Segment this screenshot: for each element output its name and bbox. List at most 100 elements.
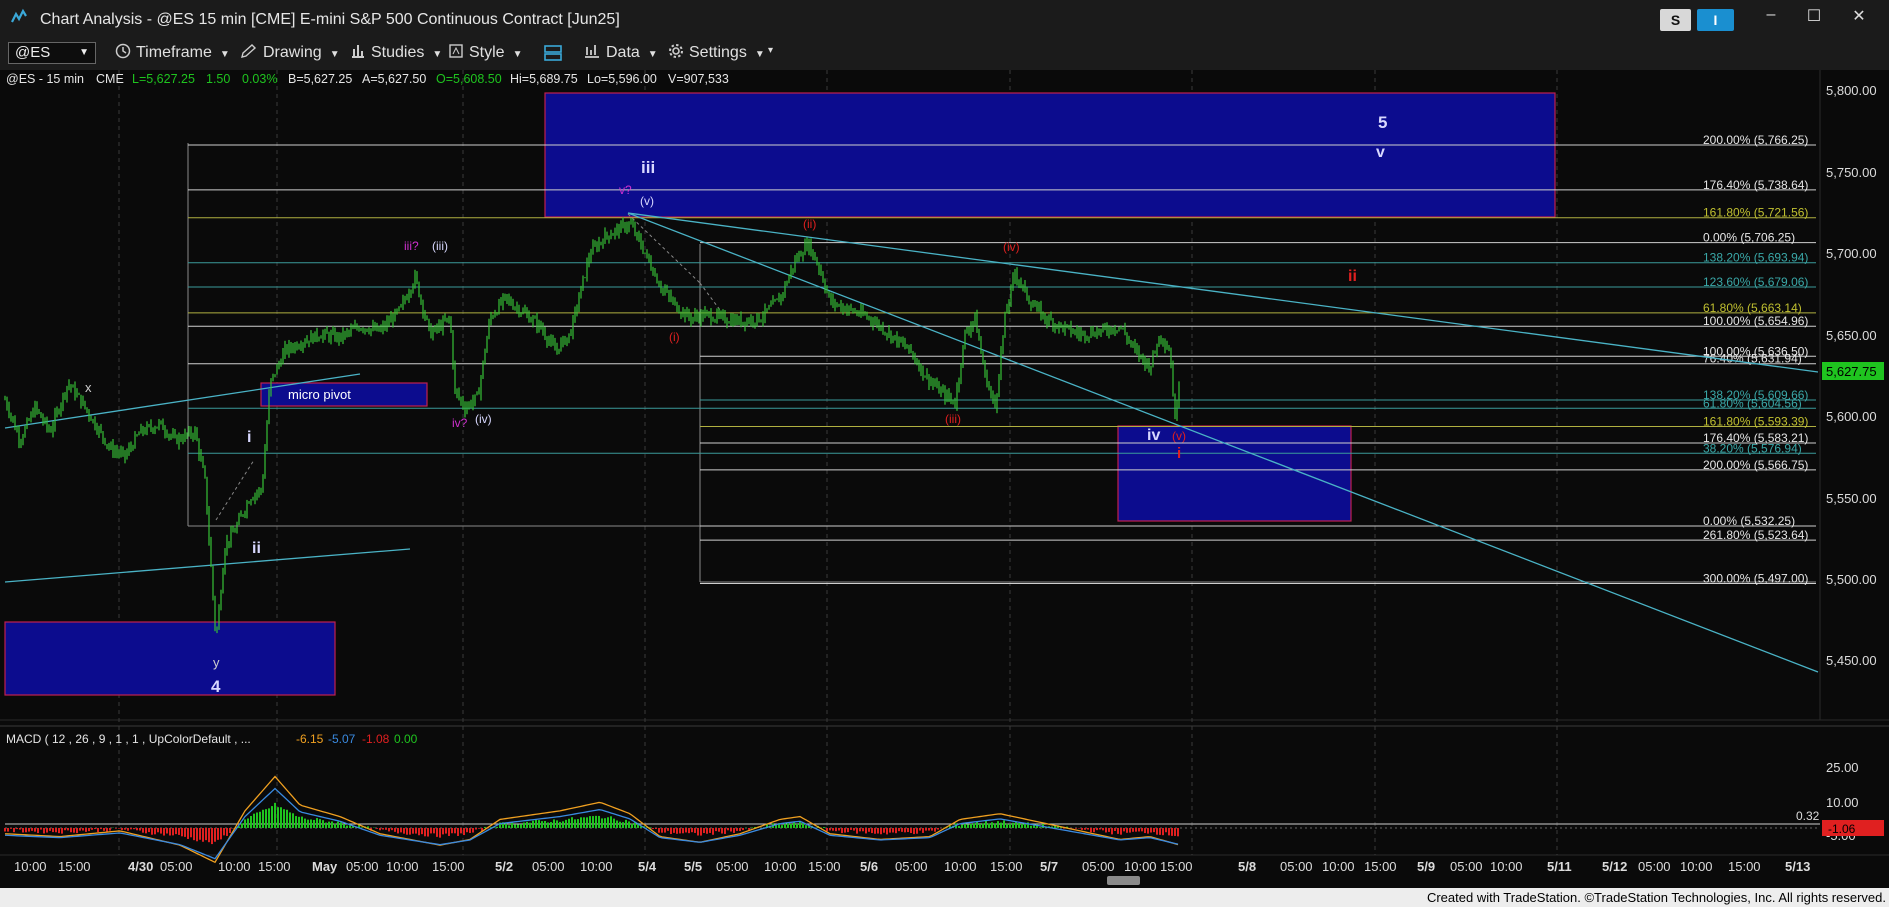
time-tick: 15:00 [58, 859, 91, 874]
time-tick: 5/4 [638, 859, 657, 874]
data-menu[interactable]: Data ▼ [583, 43, 658, 62]
macd-value-3: -1.08 [362, 732, 390, 746]
toolbar-overflow[interactable]: ▾ [768, 45, 773, 56]
data-icon [585, 45, 599, 58]
minimize-button[interactable]: – [1756, 6, 1786, 24]
toolbar: @ES ▼ Timeframe ▼ Drawing ▼ Studies ▼ Style… [0, 38, 1889, 71]
fib-level-label: 61.80% (5,663.14) [1703, 301, 1802, 315]
fib-level-label: 161.80% (5,593.39) [1703, 414, 1808, 428]
fib-level-label: 138.20% (5,693.94) [1703, 251, 1808, 265]
time-tick: 5/5 [684, 859, 702, 874]
price-tick: 5,700.00 [1826, 246, 1877, 261]
studies-icon [352, 45, 364, 58]
time-tick: 05:00 [346, 859, 379, 874]
fib-level-label: 100.00% (5,654.96) [1703, 314, 1808, 328]
target-box-upper[interactable] [544, 92, 1556, 218]
style-menu[interactable]: Style ▼ [448, 43, 522, 62]
maximize-button[interactable]: ☐ [1799, 6, 1829, 26]
wave-iv-q-label: iv? [452, 416, 468, 430]
wave-iv-label: iv [1147, 427, 1160, 444]
macd-current-value: -1.06 [1828, 822, 1856, 836]
header-low: Lo=5,596.00 [587, 72, 657, 86]
symbol-selector[interactable]: @ES ▼ [8, 42, 96, 64]
wave-iii-label: iii [641, 158, 655, 177]
header-exchange: CME [96, 72, 124, 86]
time-tick: 15:00 [990, 859, 1023, 874]
time-tick: 5/12 [1602, 859, 1627, 874]
copyright-credit: Created with TradeStation. ©TradeStation… [1426, 890, 1886, 905]
wave-i-p-label: (i) [669, 330, 680, 344]
fib-level-label: 161.80% (5,721.56) [1703, 206, 1808, 220]
time-tick: 5/2 [495, 859, 513, 874]
time-tick: 05:00 [1280, 859, 1313, 874]
quote-header: @ES - 15 min CME L=5,627.25 1.50 0.03% B… [6, 72, 729, 86]
time-tick: 05:00 [160, 859, 193, 874]
chevron-down-icon: ▼ [647, 49, 658, 60]
studies-label: Studies [371, 44, 425, 61]
i-button[interactable]: I [1697, 9, 1734, 31]
time-tick: 4/30 [128, 859, 153, 874]
time-tick: 05:00 [1638, 859, 1671, 874]
header-symbol: @ES - 15 min [6, 72, 84, 86]
chevron-down-icon: ▼ [754, 49, 765, 60]
wave-ii-red-label: ii [1348, 268, 1357, 285]
gear-icon [669, 44, 683, 58]
timeframe-menu[interactable]: Timeframe ▼ [115, 43, 230, 62]
time-tick: 15:00 [808, 859, 841, 874]
wave-v-label: v [1376, 144, 1385, 161]
time-tick: 10:00 [764, 859, 797, 874]
wave-iv-p-label: (iv) [475, 412, 492, 426]
data-label: Data [606, 44, 640, 61]
time-tick: 05:00 [716, 859, 749, 874]
time-tick: 10:00 [14, 859, 47, 874]
time-tick: 05:00 [895, 859, 928, 874]
time-tick: 10:00 [1490, 859, 1523, 874]
header-volume: V=907,533 [668, 72, 729, 86]
settings-label: Settings [689, 44, 747, 61]
pencil-icon [241, 44, 257, 58]
header-bid: B=5,627.25 [288, 72, 352, 86]
macd-value-1: -6.15 [296, 732, 324, 746]
target-box-lower-left[interactable] [4, 621, 336, 696]
layout-button[interactable] [543, 43, 563, 68]
clock-icon [115, 43, 131, 59]
chart-area[interactable]: micro pivot 200.00% (5,766.25) 176.40% (5… [0, 70, 1889, 888]
time-tick: 10:00 [386, 859, 419, 874]
time-tick: 5/9 [1417, 859, 1435, 874]
wave-iii-p-label: (iii) [432, 239, 448, 253]
wave-4-label: 4 [211, 677, 221, 696]
wave-v-r-label: (v) [1172, 429, 1186, 443]
chevron-down-icon: ▼ [79, 47, 89, 58]
time-tick: 10:00 [1124, 859, 1157, 874]
studies-menu[interactable]: Studies ▼ [350, 43, 442, 62]
chevron-down-icon: ▼ [512, 49, 523, 60]
i-button-label: I [1713, 12, 1718, 28]
timeframe-label: Timeframe [136, 44, 212, 61]
time-tick: 10:00 [218, 859, 251, 874]
wave-i-red-label: i [1177, 445, 1181, 462]
wave-v-p-label: (v) [640, 194, 654, 208]
wave-ii-label: ii [252, 540, 261, 557]
time-tick: 05:00 [1082, 859, 1115, 874]
symbol-value: @ES [15, 44, 51, 61]
header-open: O=5,608.50 [436, 72, 502, 86]
time-tick: 15:00 [1160, 859, 1193, 874]
macd-value-2: -5.07 [328, 732, 356, 746]
time-tick: 10:00 [944, 859, 977, 874]
price-tick: 5,450.00 [1826, 653, 1877, 668]
s-button[interactable]: S [1660, 9, 1691, 31]
wave-v-q-label: v? [619, 183, 632, 197]
current-price-value: 5,627.75 [1826, 364, 1877, 379]
close-button[interactable]: ✕ [1844, 6, 1874, 26]
drawing-menu[interactable]: Drawing ▼ [240, 43, 340, 62]
macd-label: MACD ( 12 , 26 , 9 , 1 , 1 , UpColorDefa… [6, 732, 251, 746]
chevron-down-icon: ▼ [219, 49, 230, 60]
time-scrollbar-thumb[interactable] [1107, 876, 1140, 885]
micro-pivot-label: micro pivot [288, 387, 351, 402]
settings-menu[interactable]: Settings ▼ [668, 43, 765, 62]
macd-value-4: 0.00 [394, 732, 418, 746]
fib-level-label: 176.40% (5,738.64) [1703, 178, 1808, 192]
time-tick: May [312, 859, 338, 874]
header-last: L=5,627.25 [132, 72, 195, 86]
macd-tick: 25.00 [1826, 760, 1859, 775]
